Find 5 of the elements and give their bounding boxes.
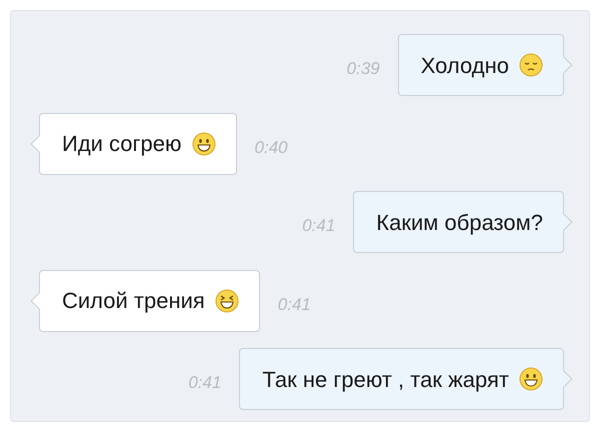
message-text: Холодно <box>420 52 509 80</box>
message-text: Каким образом? <box>376 208 543 237</box>
message-text: Иди согрею <box>62 130 182 158</box>
message-text: Силой трения <box>62 287 205 315</box>
message-text: Так не греют , так жарят <box>262 366 509 394</box>
